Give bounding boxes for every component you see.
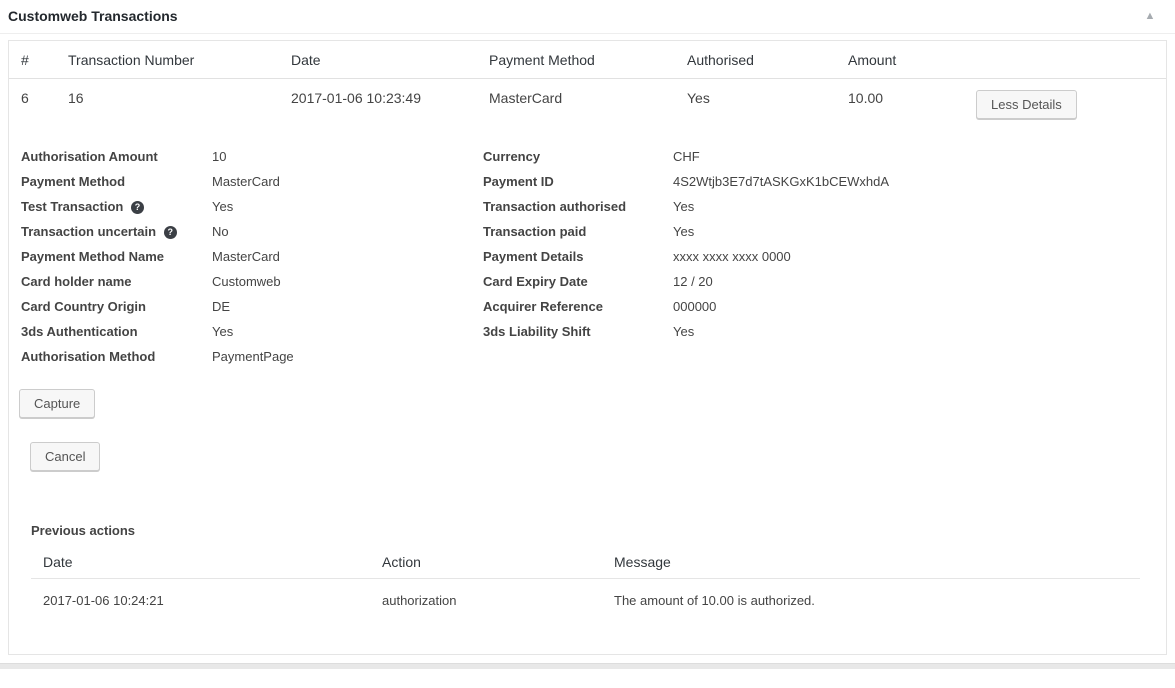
help-icon[interactable]: ?	[164, 226, 177, 239]
detail-value: MasterCard	[200, 169, 471, 194]
cancel-form: Cancel	[30, 442, 1166, 471]
detail-value: 000000	[661, 294, 1166, 319]
transaction-details-table: Authorisation Amount 10 Currency CHF Pay…	[9, 144, 1166, 369]
panel-header: Customweb Transactions ▲	[0, 0, 1175, 34]
detail-value: Yes	[661, 219, 1166, 244]
detail-label: Currency	[471, 144, 661, 169]
transaction-authorised: Yes	[675, 79, 836, 133]
detail-label: 3ds Liability Shift	[471, 319, 661, 344]
previous-action-type: authorization	[370, 579, 602, 617]
detail-row-method-name-payment-details: Payment Method Name MasterCard Payment D…	[9, 244, 1166, 269]
customweb-transactions-panel: Customweb Transactions ▲ # Transaction N…	[0, 0, 1175, 655]
transaction-number: 16	[56, 79, 279, 133]
detail-value: xxxx xxxx xxxx 0000	[661, 244, 1166, 269]
col-header-index: #	[9, 41, 56, 79]
detail-label: 3ds Authentication	[9, 319, 200, 344]
transaction-detail-box: # Transaction Number Date Payment Method…	[8, 40, 1167, 655]
less-details-button[interactable]: Less Details	[976, 90, 1077, 119]
detail-label: Acquirer Reference	[471, 294, 661, 319]
detail-value: 12 / 20	[661, 269, 1166, 294]
col-header-date: Date	[279, 41, 477, 79]
detail-row-3ds-authentication-liability: 3ds Authentication Yes 3ds Liability Shi…	[9, 319, 1166, 344]
detail-label-text: Test Transaction	[21, 199, 123, 214]
col-header-authorised: Authorised	[675, 41, 836, 79]
detail-label-text: Transaction uncertain	[21, 224, 156, 239]
detail-value: No	[200, 219, 471, 244]
detail-row-card-holder-expiry: Card holder name Customweb Card Expiry D…	[9, 269, 1166, 294]
transaction-row: 6 16 2017-01-06 10:23:49 MasterCard Yes …	[9, 79, 1166, 133]
previous-actions-header-row: Date Action Message	[31, 546, 1140, 579]
detail-label: Test Transaction ?	[9, 194, 200, 219]
prev-col-header-message: Message	[602, 546, 1140, 579]
detail-label: Payment ID	[471, 169, 661, 194]
detail-row-authorisation-amount-currency: Authorisation Amount 10 Currency CHF	[9, 144, 1166, 169]
transaction-amount: 10.00	[836, 79, 964, 133]
prev-col-header-action: Action	[370, 546, 602, 579]
detail-value: CHF	[661, 144, 1166, 169]
detail-label: Card Expiry Date	[471, 269, 661, 294]
detail-value: Yes	[200, 194, 471, 219]
detail-value: MasterCard	[200, 244, 471, 269]
panel-body: # Transaction Number Date Payment Method…	[0, 34, 1175, 655]
capture-button[interactable]: Capture	[19, 389, 95, 418]
detail-label: Payment Method Name	[9, 244, 200, 269]
detail-label: Card holder name	[9, 269, 200, 294]
previous-actions-table: Date Action Message 2017-01-06 10:24:21 …	[31, 546, 1140, 616]
cancel-button[interactable]: Cancel	[30, 442, 100, 471]
collapse-arrow-icon: ▲	[1145, 10, 1156, 22]
detail-value: Customweb	[200, 269, 471, 294]
detail-row-test-transaction-authorised: Test Transaction ? Yes Transaction autho…	[9, 194, 1166, 219]
col-header-transaction-number: Transaction Number	[56, 41, 279, 79]
next-panel-edge	[0, 663, 1175, 669]
detail-label	[471, 344, 661, 369]
detail-label: Transaction paid	[471, 219, 661, 244]
previous-action-row: 2017-01-06 10:24:21 authorization The am…	[31, 579, 1140, 617]
detail-label: Authorisation Amount	[9, 144, 200, 169]
detail-label: Transaction uncertain ?	[9, 219, 200, 244]
detail-label: Card Country Origin	[9, 294, 200, 319]
transactions-table-header-row: # Transaction Number Date Payment Method…	[9, 41, 1166, 79]
detail-row-transaction-uncertain-paid: Transaction uncertain ? No Transaction p…	[9, 219, 1166, 244]
detail-value: DE	[200, 294, 471, 319]
col-header-payment-method: Payment Method	[477, 41, 675, 79]
transactions-table: # Transaction Number Date Payment Method…	[9, 41, 1166, 132]
detail-label: Authorisation Method	[9, 344, 200, 369]
transaction-index: 6	[9, 79, 56, 133]
detail-value: Yes	[661, 194, 1166, 219]
transaction-date: 2017-01-06 10:23:49	[279, 79, 477, 133]
detail-value: PaymentPage	[200, 344, 471, 369]
detail-value: Yes	[200, 319, 471, 344]
detail-value: Yes	[661, 319, 1166, 344]
detail-value: 4S2Wtjb3E7d7tASKGxK1bCEWxhdA	[661, 169, 1166, 194]
previous-action-message: The amount of 10.00 is authorized.	[602, 579, 1140, 617]
detail-label: Payment Method	[9, 169, 200, 194]
previous-actions-title: Previous actions	[31, 523, 1166, 538]
panel-title: Customweb Transactions	[8, 8, 178, 24]
capture-form: Capture	[19, 389, 1166, 418]
detail-value: 10	[200, 144, 471, 169]
transaction-payment-method: MasterCard	[477, 79, 675, 133]
detail-row-card-country-acquirer: Card Country Origin DE Acquirer Referenc…	[9, 294, 1166, 319]
detail-label: Payment Details	[471, 244, 661, 269]
detail-value	[661, 344, 1166, 369]
collapse-panel-button[interactable]: ▲	[1135, 2, 1165, 30]
payment-id-value: 4S2Wtjb3E7d7tASKGxK1bCEWxhdA	[673, 172, 905, 191]
bottom-gap	[0, 655, 1175, 663]
prev-col-header-date: Date	[31, 546, 370, 579]
detail-row-authorisation-method: Authorisation Method PaymentPage	[9, 344, 1166, 369]
col-header-actions	[964, 41, 1166, 79]
detail-row-payment-method-payment-id: Payment Method MasterCard Payment ID 4S2…	[9, 169, 1166, 194]
col-header-amount: Amount	[836, 41, 964, 79]
detail-label: Transaction authorised	[471, 194, 661, 219]
help-icon[interactable]: ?	[131, 201, 144, 214]
previous-action-date: 2017-01-06 10:24:21	[31, 579, 370, 617]
